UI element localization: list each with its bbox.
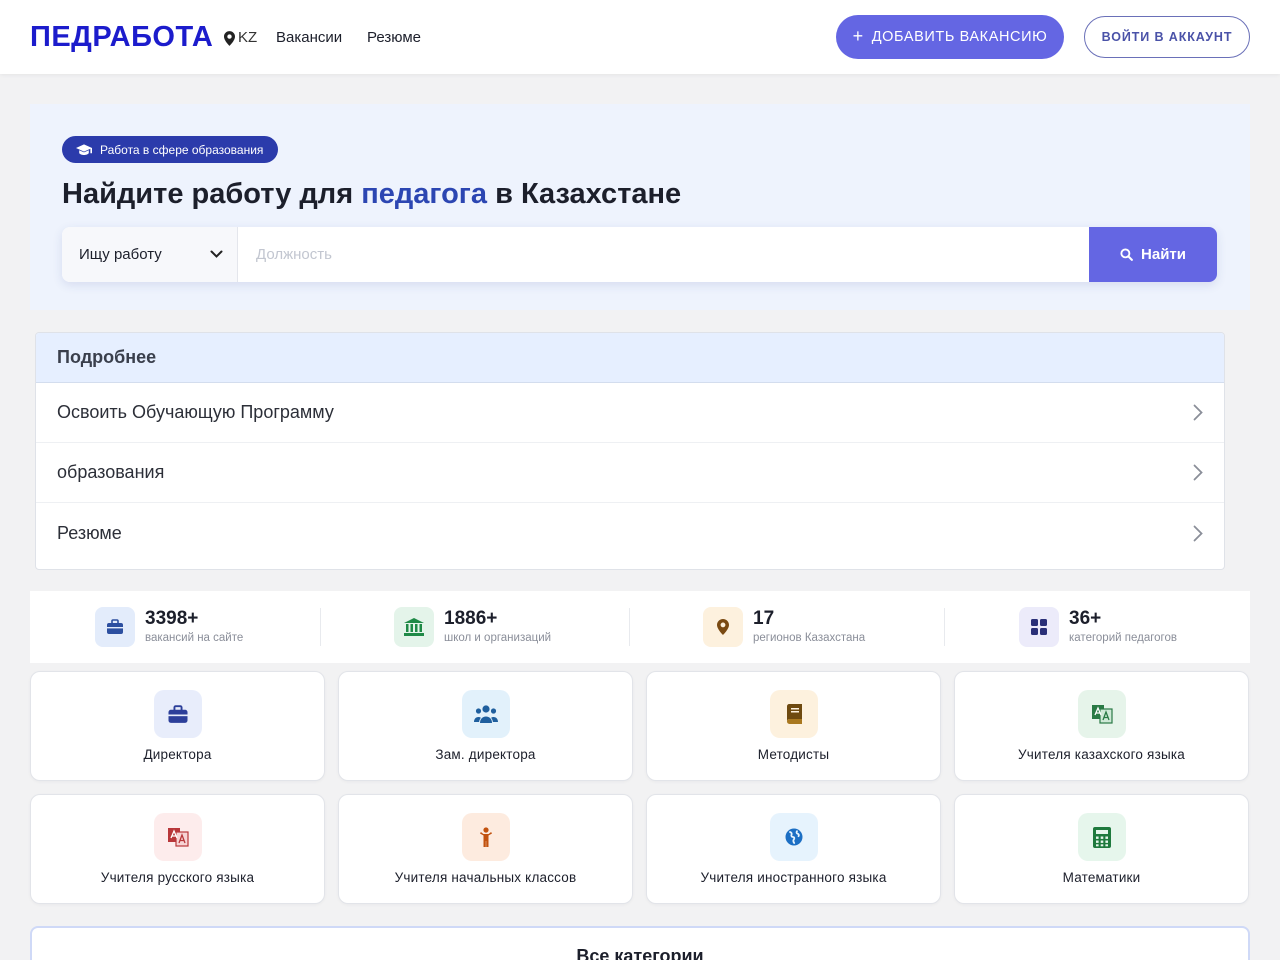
book-icon (770, 690, 818, 738)
globe-icon (770, 813, 818, 861)
stat-value: 3398+ (145, 608, 199, 629)
hero-title-start: Найдите работу для (62, 178, 362, 210)
search-mode-value: Ищу работу (79, 246, 162, 263)
category-card-methodists[interactable]: Методисты (646, 671, 941, 781)
details-accordion: Подробнее Освоить Обучающую Программу об… (35, 332, 1225, 570)
category-label: Учителя русского языка (100, 870, 255, 885)
category-card-foreign-language-teachers[interactable]: Учителя иностранного языка (646, 794, 941, 904)
search-bar: Ищу работу Найти (62, 227, 1217, 282)
category-card-deputy-directors[interactable]: Зам. директора (338, 671, 633, 781)
category-label: Директора (143, 747, 212, 762)
stat-label: школ и организаций (444, 632, 552, 644)
search-button[interactable]: Найти (1089, 227, 1217, 282)
stat-value: 36+ (1069, 608, 1102, 629)
region-label: KZ (238, 29, 258, 46)
category-card-kazakh-teachers[interactable]: Учителя казахского языка (954, 671, 1249, 781)
grid-icon (1019, 607, 1059, 647)
chevron-right-icon (1193, 464, 1203, 481)
search-icon (1120, 248, 1133, 261)
site-header: ПЕДРАБОТА KZ Вакансии Резюме + ДОБАВИТЬ … (0, 0, 1280, 74)
category-label: Учителя начальных классов (394, 870, 577, 885)
accordion-item[interactable]: Резюме (36, 503, 1224, 563)
site-logo[interactable]: ПЕДРАБОТА (30, 20, 213, 54)
category-label: Зам. директора (435, 747, 536, 762)
map-pin-icon (224, 30, 235, 46)
briefcase-icon (154, 690, 202, 738)
accordion-item-label: образования (57, 462, 165, 482)
chevron-down-icon (210, 250, 223, 258)
accordion-title: Подробнее (36, 333, 1224, 383)
calculator-icon (1078, 813, 1126, 861)
region-selector[interactable]: KZ (224, 29, 257, 47)
category-card-primary-teachers[interactable]: Учителя начальных классов (338, 794, 633, 904)
search-button-label: Найти (1141, 246, 1186, 263)
plus-icon: + (852, 26, 864, 46)
briefcase-icon (95, 607, 135, 647)
hero-badge: Работа в сфере образования (62, 136, 279, 163)
add-vacancy-button[interactable]: + ДОБАВИТЬ ВАКАНСИЮ (836, 15, 1064, 59)
stat-schools: 1886+ школ и организаций (394, 607, 551, 647)
category-label: Учителя казахского языка (1018, 747, 1185, 762)
chevron-right-icon (1193, 404, 1203, 421)
stat-value: 17 (753, 608, 775, 629)
stat-regions: 17 регионов Казахстана (703, 607, 865, 647)
stat-label: вакансий на сайте (145, 632, 244, 644)
all-categories-button[interactable]: Все категории (30, 926, 1250, 960)
stat-divider (944, 608, 945, 646)
users-icon (462, 690, 510, 738)
stat-vacancies: 3398+ вакансий на сайте (95, 607, 243, 647)
stats-bar: 3398+ вакансий на сайте 1886+ школ и орг… (30, 591, 1250, 663)
accordion-item-label: Резюме (57, 522, 122, 543)
stat-divider (320, 608, 321, 646)
chevron-right-icon (1193, 525, 1203, 541)
map-pin-icon (703, 607, 743, 647)
category-card-math-teachers[interactable]: Математики (954, 794, 1249, 904)
position-search-input[interactable] (238, 227, 1089, 282)
child-icon (462, 813, 510, 861)
hero-badge-label: Работа в сфере образования (100, 142, 264, 157)
category-label: Учителя иностранного языка (700, 870, 887, 885)
login-button[interactable]: ВОЙТИ В АККАУНТ (1084, 16, 1250, 58)
stat-value: 1886+ (444, 608, 498, 629)
category-label: Математики (1062, 870, 1141, 885)
category-card-russian-teachers[interactable]: Учителя русского языка (30, 794, 325, 904)
hero-title-end: в Казахстане (487, 178, 682, 210)
add-vacancy-label: ДОБАВИТЬ ВАКАНСИЮ (871, 29, 1048, 45)
hero-title: Найдите работу для педагога в Казахстане (62, 176, 681, 212)
accordion-item[interactable]: Освоить Обучающую Программу (36, 383, 1224, 443)
accordion-item-label: Освоить Обучающую Программу (57, 402, 334, 422)
search-mode-select[interactable]: Ищу работу (62, 227, 238, 282)
category-card-directors[interactable]: Директора (30, 671, 325, 781)
stat-categories: 36+ категорий педагогов (1019, 607, 1177, 647)
stat-label: регионов Казахстана (753, 632, 866, 644)
category-label: Методисты (757, 747, 830, 762)
hero-title-accent: педагога (361, 178, 488, 210)
stat-label: категорий педагогов (1069, 632, 1177, 644)
translate-icon (154, 813, 202, 861)
nav-vacancies[interactable]: Вакансии (276, 29, 342, 47)
school-building-icon (394, 607, 434, 647)
nav-resumes[interactable]: Резюме (367, 29, 421, 47)
stat-divider (629, 608, 630, 646)
hero-section: Работа в сфере образования Найдите работ… (30, 104, 1250, 310)
translate-icon (1078, 690, 1126, 738)
graduation-cap-icon (76, 143, 92, 155)
accordion-item[interactable]: образования (36, 443, 1224, 503)
